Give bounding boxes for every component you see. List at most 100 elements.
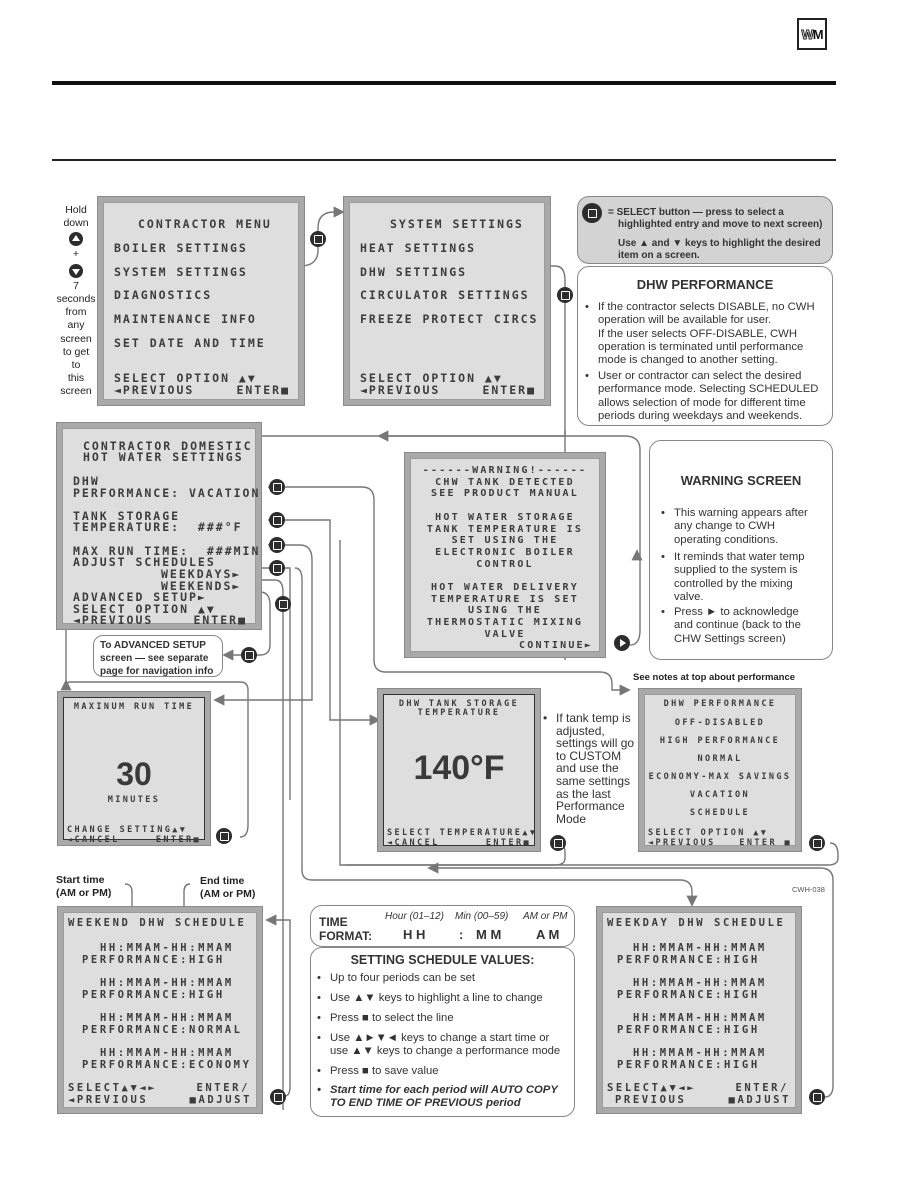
period-1-performance[interactable]: PERFORMANCE:HIGH [82, 955, 225, 966]
period-4-time[interactable]: HH:MMAM-HH:MMAM [633, 1048, 767, 1059]
warning-line: ------WARNING!------ [422, 465, 588, 476]
advanced-setup-note: To ADVANCED SETUP screen — see separate … [93, 635, 223, 677]
weekend-schedule-screen: WEEKEND DHW SCHEDULE HH:MMAM-HH:MMAM PER… [57, 906, 263, 1114]
menu-item-maintenance-info[interactable]: MAINTENANCE INFO [114, 313, 257, 326]
option-off-disabled[interactable]: OFF-DISABLED [645, 719, 795, 728]
select-performance-button[interactable] [269, 479, 285, 495]
option-high-performance[interactable]: HIGH PERFORMANCE [645, 737, 795, 746]
select-max-run-button[interactable] [269, 537, 285, 553]
warning-screen: ------WARNING!------ CHW TANK DETECTED SEE… [404, 452, 606, 658]
enter-button[interactable]: ENTER ■ [739, 839, 792, 848]
menu-item-boiler-settings[interactable]: BOILER SETTINGS [114, 242, 248, 255]
conn-weekend-return [265, 914, 291, 1097]
cancel-button[interactable]: ◄CANCEL [387, 839, 440, 848]
period-3-performance[interactable]: PERFORMANCE:HIGH [617, 1025, 760, 1036]
menu-item-freeze-protect[interactable]: FREEZE PROTECT CIRCS [360, 313, 538, 326]
weekday-schedule-screen: WEEKDAY DHW SCHEDULE HH:MMAM-HH:MMAM PER… [596, 906, 802, 1114]
option-vacation[interactable]: VACATION [645, 791, 795, 800]
option-schedule[interactable]: SCHEDULE [645, 809, 795, 818]
screen-title: WEEKDAY DHW SCHEDULE [607, 917, 786, 929]
period-4-performance[interactable]: PERFORMANCE:ECONOMY [82, 1060, 252, 1071]
warning-line: TEMPERATURE IS SET [431, 593, 579, 605]
enter-button[interactable]: ENTER■ [486, 839, 531, 848]
change-setting-hint: CHANGE SETTING▲▼ [67, 825, 188, 835]
select-option-hint: SELECT OPTION ▲▼ [648, 828, 769, 838]
enter-button[interactable]: ENTER■ [482, 384, 536, 397]
menu-item-dhw-settings[interactable]: DHW SETTINGS [360, 266, 467, 279]
previous-button[interactable]: ◄PREVIOUS [68, 1095, 148, 1106]
warning-line: HOT WATER STORAGE [435, 511, 575, 523]
option-economy[interactable]: ECONOMY-MAX SAVINGS [645, 773, 795, 782]
contractor-dhw-settings-screen: CONTRACTOR DOMESTIC HOT WATER SETTINGS D… [56, 422, 262, 630]
period-1-performance[interactable]: PERFORMANCE:HIGH [617, 955, 760, 966]
tank-temperature-setting[interactable]: TEMPERATURE: ###°F [73, 521, 243, 534]
previous-button[interactable]: ◄PREVIOUS [360, 384, 440, 397]
period-3-time[interactable]: HH:MMAM-HH:MMAM [633, 1013, 767, 1024]
warning-line: TANK TEMPERATURE IS [426, 523, 584, 535]
enter-label[interactable]: ENTER/ [196, 1083, 250, 1094]
enter-label[interactable]: ENTER/ [735, 1083, 789, 1094]
warning-line: THERMOSTATIC MIXING [426, 617, 584, 629]
hold-instructions: Hold down + 7 seconds from any screen to… [56, 204, 96, 398]
select-button-icon[interactable] [809, 1089, 825, 1105]
adjust-button[interactable]: ■ADJUST [190, 1095, 252, 1106]
menu-item-circulator-settings[interactable]: CIRCULATOR SETTINGS [360, 289, 530, 302]
warning-line: SEE PRODUCT MANUAL [431, 488, 579, 500]
select-button-icon[interactable] [270, 1089, 286, 1105]
select-button-icon[interactable] [550, 835, 566, 851]
warning-line: HOT WATER DELIVERY [431, 582, 579, 593]
tank-temperature-screen: DHW TANK STORAGE TEMPERATURE 140°F SELEC… [377, 688, 541, 852]
end-time-caption: End time (AM or PM) [200, 875, 256, 900]
menu-item-system-settings[interactable]: SYSTEM SETTINGS [114, 266, 248, 279]
select-button-icon[interactable] [809, 835, 825, 851]
select-button-note: = SELECT button — press to select a high… [577, 196, 833, 264]
select-button-icon[interactable] [310, 231, 326, 247]
period-1-time[interactable]: HH:MMAM-HH:MMAM [633, 943, 767, 954]
previous-button[interactable]: ◄PREVIOUS [114, 384, 194, 397]
screen-title: CONTRACTOR MENU [138, 217, 272, 231]
select-weekdays-button[interactable] [269, 560, 285, 576]
select-tank-temp-button[interactable] [269, 512, 285, 528]
continue-button[interactable]: CONTINUE► [519, 641, 593, 651]
select-button-icon [582, 203, 602, 223]
period-3-time[interactable]: HH:MMAM-HH:MMAM [100, 1013, 234, 1024]
previous-button[interactable]: PREVIOUS [615, 1095, 686, 1106]
period-2-time[interactable]: HH:MMAM-HH:MMAM [633, 978, 767, 989]
see-notes-caption: See notes at top about performance [633, 672, 796, 683]
period-2-performance[interactable]: PERFORMANCE:HIGH [617, 990, 760, 1001]
enter-button[interactable]: ENTER■ [236, 384, 290, 397]
performance-setting[interactable]: PERFORMANCE: VACATION [73, 487, 260, 500]
menu-item-heat-settings[interactable]: HEAT SETTINGS [360, 242, 476, 255]
start-time-caption: Start time (AM or PM) [56, 874, 112, 899]
conn-tank-to-temp [268, 519, 381, 726]
select-advanced-button[interactable] [241, 647, 257, 663]
option-normal[interactable]: NORMAL [645, 755, 795, 764]
period-1-time[interactable]: HH:MMAM-HH:MMAM [100, 943, 234, 954]
tank-temp-note: If tank temp is adjusted, settings will … [543, 712, 634, 825]
down-key-icon [69, 263, 83, 278]
figure-code: CWH-038 [792, 885, 825, 894]
cancel-button[interactable]: ◄CANCEL [67, 836, 120, 845]
select-hint: SELECT▲▼◄► [68, 1082, 158, 1094]
menu-item-set-date-time[interactable]: SET DATE AND TIME [114, 337, 266, 350]
previous-button[interactable]: ◄PREVIOUS [648, 839, 716, 848]
previous-button[interactable]: ◄PREVIOUS [73, 614, 153, 627]
menu-item-diagnostics[interactable]: DIAGNOSTICS [114, 289, 212, 302]
period-3-performance[interactable]: PERFORMANCE:NORMAL [82, 1025, 243, 1036]
period-4-performance[interactable]: PERFORMANCE:HIGH [617, 1060, 760, 1071]
warning-screen-note: WARNING SCREEN This warning appears afte… [649, 440, 833, 660]
time-format-note: TIME FORMAT: Hour (01–12) Min (00–59) AM… [310, 905, 575, 947]
warning-line: USING THE [468, 605, 542, 617]
warning-line: CHW TANK DETECTED [435, 476, 575, 488]
select-button-icon[interactable] [216, 828, 232, 844]
warning-line: VALVE [484, 628, 526, 640]
adjust-button[interactable]: ■ADJUST [729, 1095, 791, 1106]
enter-button[interactable]: ENTER■ [193, 614, 247, 627]
enter-button[interactable]: ENTER■ [156, 836, 201, 845]
period-2-performance[interactable]: PERFORMANCE:HIGH [82, 990, 225, 1001]
select-button-icon[interactable] [557, 287, 573, 303]
period-2-time[interactable]: HH:MMAM-HH:MMAM [100, 978, 234, 989]
period-4-time[interactable]: HH:MMAM-HH:MMAM [100, 1048, 234, 1059]
select-weekends-button[interactable] [275, 596, 291, 612]
continue-key-icon[interactable] [614, 635, 630, 651]
